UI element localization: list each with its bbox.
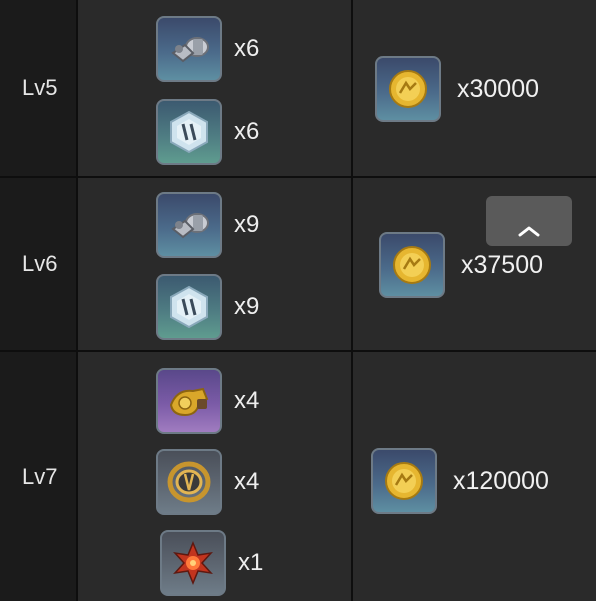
gold-coin-icon — [375, 56, 441, 122]
level-label: Lv7 — [22, 463, 58, 489]
material-item: x1 — [160, 528, 263, 598]
material-item: x4 — [156, 447, 259, 517]
material-qty: x9 — [234, 211, 260, 238]
level-cell: Lv6 — [0, 178, 78, 350]
collapse-button[interactable] — [486, 196, 572, 246]
coin-cost: x120000 — [371, 448, 549, 514]
coin-qty: x37500 — [461, 250, 544, 279]
red-core-icon — [160, 530, 226, 596]
table-row-lv7: Lv7 x4 x4 x1 x120000 — [0, 352, 596, 601]
materials-cell: x9 x9 — [78, 178, 353, 350]
golden-ring-icon — [156, 449, 222, 515]
gear-parts-icon — [156, 16, 222, 82]
materials-cell: x6 x6 — [78, 0, 353, 176]
golden-engine-icon — [156, 368, 222, 434]
material-qty: x6 — [234, 118, 260, 145]
crystal-ring-icon — [156, 99, 222, 165]
gold-coin-icon — [379, 232, 445, 298]
table-row-lv5: Lv5 x6 x6 x30000 — [0, 0, 596, 178]
materials-cell: x4 x4 x1 — [78, 352, 353, 601]
material-qty: x6 — [234, 35, 260, 62]
coin-cell: x120000 — [353, 352, 596, 601]
material-qty: x4 — [234, 387, 260, 414]
level-label: Lv5 — [22, 75, 58, 100]
material-item: x6 — [156, 97, 259, 167]
crystal-ring-icon — [156, 274, 222, 340]
material-item: x9 — [156, 272, 259, 342]
gold-coin-icon — [371, 448, 437, 514]
coin-cost: x30000 — [375, 56, 539, 122]
level-cell: Lv7 — [0, 352, 78, 601]
level-label: Lv6 — [22, 251, 58, 276]
coin-qty: x120000 — [453, 466, 549, 495]
upgrade-cost-table: Lv5 x6 x6 x30000 Lv6 x9 x9 x37500 Lv7 x4… — [0, 0, 596, 601]
material-qty: x9 — [234, 293, 260, 320]
gear-parts-icon — [156, 192, 222, 258]
chevron-up-icon — [518, 224, 540, 242]
coin-qty: x30000 — [457, 74, 540, 103]
material-qty: x4 — [234, 468, 260, 495]
material-qty: x1 — [238, 549, 264, 576]
material-item: x4 — [156, 366, 259, 436]
material-item: x9 — [156, 190, 259, 260]
coin-cell: x30000 — [353, 0, 596, 176]
level-cell: Lv5 — [0, 0, 78, 176]
material-item: x6 — [156, 14, 259, 84]
